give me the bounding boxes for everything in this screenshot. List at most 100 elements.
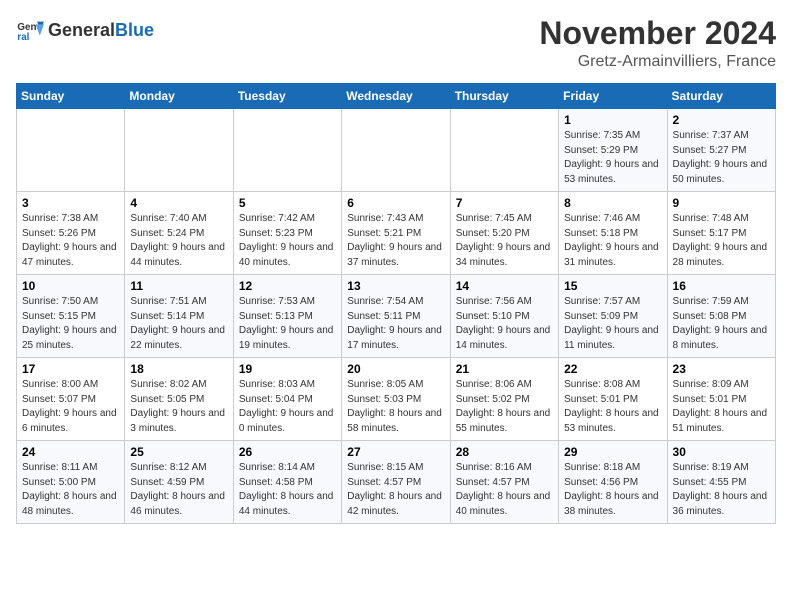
day-info: Sunrise: 8:08 AMSunset: 5:01 PMDaylight:… (564, 379, 659, 434)
day-number: 14 (456, 279, 553, 293)
day-number: 9 (673, 196, 770, 210)
day-cell: 20Sunrise: 8:05 AMSunset: 5:03 PMDayligh… (342, 358, 450, 441)
day-number: 10 (22, 279, 119, 293)
day-info: Sunrise: 7:37 AMSunset: 5:27 PMDaylight:… (673, 130, 768, 185)
day-number: 18 (130, 362, 227, 376)
day-info: Sunrise: 8:03 AMSunset: 5:04 PMDaylight:… (239, 379, 334, 434)
day-cell: 16Sunrise: 7:59 AMSunset: 5:08 PMDayligh… (667, 275, 775, 358)
day-number: 15 (564, 279, 661, 293)
day-number: 23 (673, 362, 770, 376)
day-info: Sunrise: 7:53 AMSunset: 5:13 PMDaylight:… (239, 296, 334, 351)
day-cell: 11 Sunrise: 7:51 AMSunset: 5:14 PMDayligh… (125, 275, 233, 358)
day-info: Sunrise: 8:15 AMSunset: 4:57 PMDaylight:… (347, 462, 442, 517)
week-row-3: 10Sunrise: 7:50 AMSunset: 5:15 PMDayligh… (17, 275, 776, 358)
day-info: Sunrise: 8:02 AMSunset: 5:05 PMDaylight:… (130, 379, 225, 434)
logo: Gene ral GeneralBlue (16, 16, 154, 44)
day-cell: 7 Sunrise: 7:45 AMSunset: 5:20 PMDaylight… (450, 192, 558, 275)
day-info: Sunrise: 7:56 AMSunset: 5:10 PMDaylight:… (456, 296, 551, 351)
day-number: 26 (239, 445, 336, 459)
day-info: Sunrise: 7:35 AMSunset: 5:29 PMDaylight:… (564, 130, 659, 185)
week-row-1: 1Sunrise: 7:35 AMSunset: 5:29 PMDaylight… (17, 109, 776, 192)
day-cell: 4 Sunrise: 7:40 AMSunset: 5:24 PMDaylight… (125, 192, 233, 275)
day-number: 25 (130, 445, 227, 459)
calendar-table: SundayMondayTuesdayWednesdayThursdayFrid… (16, 83, 776, 524)
header-saturday: Saturday (667, 84, 775, 109)
day-number: 24 (22, 445, 119, 459)
day-number: 5 (239, 196, 336, 210)
day-info: Sunrise: 8:11 AMSunset: 5:00 PMDaylight:… (22, 462, 117, 517)
day-number: 21 (456, 362, 553, 376)
day-cell: 3 Sunrise: 7:38 AMSunset: 5:26 PMDaylight… (17, 192, 125, 275)
day-info: Sunrise: 7:59 AMSunset: 5:08 PMDaylight:… (673, 296, 768, 351)
day-number: 11 (130, 279, 227, 293)
location-title: Gretz-Armainvilliers, France (539, 53, 776, 71)
logo-text-general: General (48, 21, 115, 39)
day-cell: 10Sunrise: 7:50 AMSunset: 5:15 PMDayligh… (17, 275, 125, 358)
day-cell: 6Sunrise: 7:43 AMSunset: 5:21 PMDaylight… (342, 192, 450, 275)
header-sunday: Sunday (17, 84, 125, 109)
day-info: Sunrise: 8:05 AMSunset: 5:03 PMDaylight:… (347, 379, 442, 434)
day-cell: 28 Sunrise: 8:16 AMSunset: 4:57 PMDayligh… (450, 441, 558, 524)
day-cell (233, 109, 341, 192)
day-cell (342, 109, 450, 192)
logo-icon: Gene ral (16, 16, 44, 44)
day-number: 4 (130, 196, 227, 210)
day-info: Sunrise: 7:48 AMSunset: 5:17 PMDaylight:… (673, 213, 768, 268)
header-tuesday: Tuesday (233, 84, 341, 109)
day-info: Sunrise: 7:46 AMSunset: 5:18 PMDaylight:… (564, 213, 659, 268)
day-cell: 17 Sunrise: 8:00 AMSunset: 5:07 PMDayligh… (17, 358, 125, 441)
day-info: Sunrise: 7:40 AMSunset: 5:24 PMDaylight:… (130, 213, 225, 268)
header-monday: Monday (125, 84, 233, 109)
day-info: Sunrise: 8:16 AMSunset: 4:57 PMDaylight:… (456, 462, 551, 517)
day-number: 7 (456, 196, 553, 210)
day-cell: 30 Sunrise: 8:19 AMSunset: 4:55 PMDayligh… (667, 441, 775, 524)
day-info: Sunrise: 8:19 AMSunset: 4:55 PMDaylight:… (673, 462, 768, 517)
day-cell: 1Sunrise: 7:35 AMSunset: 5:29 PMDaylight… (559, 109, 667, 192)
day-info: Sunrise: 7:54 AMSunset: 5:11 PMDaylight:… (347, 296, 442, 351)
day-cell: 26Sunrise: 8:14 AMSunset: 4:58 PMDayligh… (233, 441, 341, 524)
day-cell: 2 Sunrise: 7:37 AMSunset: 5:27 PMDaylight… (667, 109, 775, 192)
day-cell (450, 109, 558, 192)
day-cell: 9 Sunrise: 7:48 AMSunset: 5:17 PMDaylight… (667, 192, 775, 275)
day-cell: 5 Sunrise: 7:42 AMSunset: 5:23 PMDaylight… (233, 192, 341, 275)
title-area: November 2024 Gretz-Armainvilliers, Fran… (539, 16, 776, 71)
day-number: 19 (239, 362, 336, 376)
day-info: Sunrise: 8:06 AMSunset: 5:02 PMDaylight:… (456, 379, 551, 434)
day-cell: 21 Sunrise: 8:06 AMSunset: 5:02 PMDayligh… (450, 358, 558, 441)
month-title: November 2024 (539, 16, 776, 51)
day-cell: 22Sunrise: 8:08 AMSunset: 5:01 PMDayligh… (559, 358, 667, 441)
week-row-2: 3 Sunrise: 7:38 AMSunset: 5:26 PMDaylight… (17, 192, 776, 275)
header-friday: Friday (559, 84, 667, 109)
day-number: 30 (673, 445, 770, 459)
day-info: Sunrise: 7:38 AMSunset: 5:26 PMDaylight:… (22, 213, 117, 268)
day-info: Sunrise: 7:45 AMSunset: 5:20 PMDaylight:… (456, 213, 551, 268)
day-info: Sunrise: 7:42 AMSunset: 5:23 PMDaylight:… (239, 213, 334, 268)
day-cell: 23 Sunrise: 8:09 AMSunset: 5:01 PMDayligh… (667, 358, 775, 441)
day-cell: 14 Sunrise: 7:56 AMSunset: 5:10 PMDayligh… (450, 275, 558, 358)
day-number: 8 (564, 196, 661, 210)
day-info: Sunrise: 7:43 AMSunset: 5:21 PMDaylight:… (347, 213, 442, 268)
svg-text:ral: ral (17, 32, 29, 43)
day-number: 12 (239, 279, 336, 293)
week-row-5: 24 Sunrise: 8:11 AMSunset: 5:00 PMDayligh… (17, 441, 776, 524)
day-cell: 29Sunrise: 8:18 AMSunset: 4:56 PMDayligh… (559, 441, 667, 524)
day-cell: 24 Sunrise: 8:11 AMSunset: 5:00 PMDayligh… (17, 441, 125, 524)
day-info: Sunrise: 8:09 AMSunset: 5:01 PMDaylight:… (673, 379, 768, 434)
day-cell: 25Sunrise: 8:12 AMSunset: 4:59 PMDayligh… (125, 441, 233, 524)
day-info: Sunrise: 8:00 AMSunset: 5:07 PMDaylight:… (22, 379, 117, 434)
day-cell: 27 Sunrise: 8:15 AMSunset: 4:57 PMDayligh… (342, 441, 450, 524)
week-row-4: 17 Sunrise: 8:00 AMSunset: 5:07 PMDayligh… (17, 358, 776, 441)
header-wednesday: Wednesday (342, 84, 450, 109)
day-number: 28 (456, 445, 553, 459)
day-number: 13 (347, 279, 444, 293)
day-number: 17 (22, 362, 119, 376)
day-number: 2 (673, 113, 770, 127)
day-number: 3 (22, 196, 119, 210)
logo-text-blue: Blue (115, 21, 154, 39)
day-cell: 13 Sunrise: 7:54 AMSunset: 5:11 PMDayligh… (342, 275, 450, 358)
day-number: 29 (564, 445, 661, 459)
day-cell: 8 Sunrise: 7:46 AMSunset: 5:18 PMDaylight… (559, 192, 667, 275)
day-number: 27 (347, 445, 444, 459)
day-info: Sunrise: 7:51 AMSunset: 5:14 PMDaylight:… (130, 296, 225, 351)
day-cell (17, 109, 125, 192)
